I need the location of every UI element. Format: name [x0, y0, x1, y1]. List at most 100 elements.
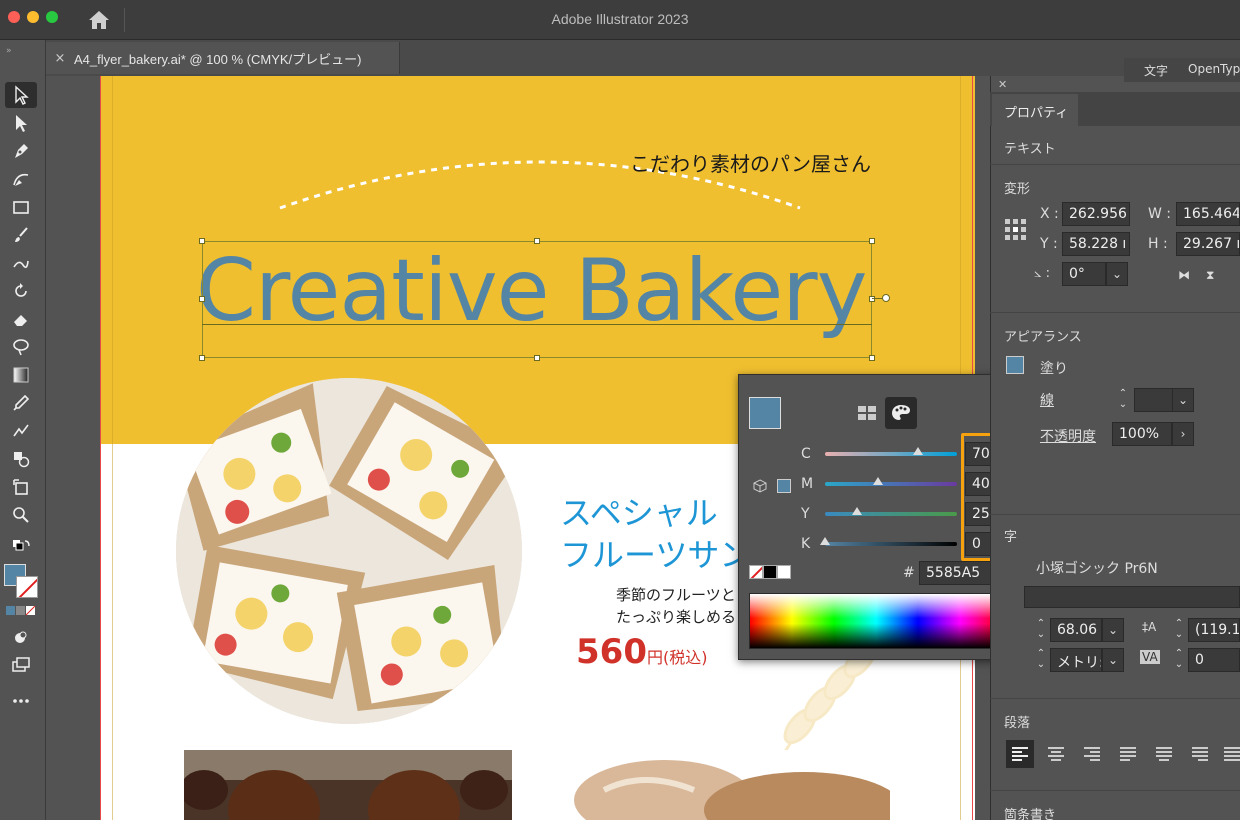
shape-builder-tool-icon[interactable]: [5, 446, 37, 472]
justify-left-icon[interactable]: [1114, 740, 1142, 768]
x-field[interactable]: 262.956: [1062, 202, 1130, 226]
rotate-tool-icon[interactable]: [5, 278, 37, 304]
stroke-stepper[interactable]: ⌃ ⌄: [1116, 388, 1130, 412]
angle-dropdown[interactable]: ⌄: [1106, 262, 1128, 286]
screen-mode-icon[interactable]: [5, 652, 37, 678]
price-text[interactable]: 560円(税込): [576, 632, 707, 672]
artboard-tool-icon[interactable]: [5, 474, 37, 500]
canele-photo[interactable]: [184, 750, 512, 820]
opacity-label[interactable]: 不透明度: [1040, 426, 1096, 446]
black-color-swatch[interactable]: [763, 565, 777, 579]
font-size-stepper[interactable]: ⌃ ⌄: [1034, 618, 1048, 642]
font-family-field[interactable]: 小塚ゴシック Pr6N: [1036, 558, 1158, 578]
justify-all-icon[interactable]: [1218, 740, 1240, 768]
toolbar-grip-icon[interactable]: »: [6, 46, 12, 56]
curvature-tool-icon[interactable]: [5, 166, 37, 192]
close-tab-icon[interactable]: ×: [46, 51, 74, 66]
paintbrush-tool-icon[interactable]: [5, 222, 37, 248]
selection-tool-icon[interactable]: [5, 82, 37, 108]
pen-tool-icon[interactable]: [5, 138, 37, 164]
current-color-swatch[interactable]: [749, 397, 781, 429]
flip-vertical-icon[interactable]: ⧗: [1206, 268, 1214, 283]
zoom-tool-icon[interactable]: [5, 502, 37, 528]
yellow-slider-knob[interactable]: [852, 507, 862, 515]
resize-handle-bc[interactable]: [534, 355, 540, 361]
tagline-text[interactable]: こだわり素材のパン屋さん: [630, 148, 871, 177]
stroke-none-swatch[interactable]: [16, 576, 38, 598]
kerning-dropdown[interactable]: ⌄: [1102, 648, 1124, 672]
stroke-weight-field[interactable]: [1134, 388, 1174, 412]
magenta-slider[interactable]: [825, 482, 957, 486]
leading-field[interactable]: (119.1: [1188, 618, 1240, 642]
swatches-mode-icon[interactable]: [851, 397, 883, 429]
white-color-swatch[interactable]: [777, 565, 791, 579]
justify-right-icon[interactable]: [1186, 740, 1214, 768]
leading-stepper[interactable]: ⌃ ⌄: [1172, 618, 1186, 642]
h-field[interactable]: 29.267 ı: [1176, 232, 1240, 256]
tab-properties[interactable]: プロパティ: [992, 94, 1078, 126]
w-field[interactable]: 165.464: [1176, 202, 1240, 226]
opacity-arrow[interactable]: ›: [1172, 422, 1194, 446]
kerning-stepper[interactable]: ⌃ ⌄: [1034, 648, 1048, 672]
eyedropper-tool-icon[interactable]: [5, 390, 37, 416]
cyan-slider-knob[interactable]: [913, 447, 923, 455]
justify-center-icon[interactable]: [1150, 740, 1178, 768]
gradient-tool-icon[interactable]: [5, 362, 37, 388]
angle-field[interactable]: 0°: [1062, 262, 1106, 286]
resize-handle-tl[interactable]: [199, 238, 205, 244]
kerning-field[interactable]: メトリ:: [1050, 648, 1102, 672]
swap-fill-stroke-icon[interactable]: [5, 536, 37, 556]
color-spectrum[interactable]: [749, 593, 1003, 649]
direct-selection-tool-icon[interactable]: [5, 110, 37, 136]
selection-bounding-box[interactable]: [202, 241, 872, 358]
text-out-port[interactable]: [882, 294, 890, 302]
lasso-tool-icon[interactable]: [5, 334, 37, 360]
bullets-title: 箇条書き: [1004, 808, 1057, 820]
black-slider-knob[interactable]: [820, 537, 830, 545]
resize-handle-ml[interactable]: [199, 296, 205, 302]
dock-close-icon[interactable]: ✕: [998, 78, 1007, 91]
stroke-label[interactable]: 線: [1040, 390, 1054, 410]
y-field[interactable]: 58.228 ı: [1062, 232, 1130, 256]
opacity-field[interactable]: 100%: [1112, 422, 1172, 446]
document-tab[interactable]: × A4_flyer_bakery.ai* @ 100 % (CMYK/プレビュ…: [46, 42, 400, 74]
product-title[interactable]: スペシャル フルーツサン: [560, 492, 751, 576]
product-description[interactable]: 季節のフルーツと たっぷり楽しめる: [616, 584, 736, 628]
fruit-sandwich-photo[interactable]: [176, 378, 522, 724]
color-mixer-mode-icon[interactable]: [885, 397, 917, 429]
draw-mode-icon[interactable]: [5, 624, 37, 650]
flip-horizontal-icon[interactable]: ⧓: [1178, 268, 1190, 282]
more-tools-icon[interactable]: [5, 688, 37, 714]
tab-character[interactable]: 文字: [1144, 62, 1168, 79]
yellow-slider[interactable]: [825, 512, 957, 516]
tracking-stepper[interactable]: ⌃ ⌄: [1172, 648, 1186, 672]
price-unit: 円(税込): [646, 648, 708, 667]
resize-handle-br[interactable]: [869, 355, 875, 361]
resize-handle-mr[interactable]: [869, 296, 875, 302]
rectangle-tool-icon[interactable]: [5, 194, 37, 220]
magenta-slider-knob[interactable]: [873, 477, 883, 485]
align-right-icon[interactable]: [1078, 740, 1106, 768]
black-slider[interactable]: [825, 542, 957, 546]
font-size-dropdown[interactable]: ⌄: [1102, 618, 1124, 642]
font-size-field[interactable]: 68.06: [1050, 618, 1102, 642]
stroke-dropdown[interactable]: ⌄: [1172, 388, 1194, 412]
tab-opentype[interactable]: OpenTyp: [1188, 62, 1240, 76]
eraser-tool-icon[interactable]: [5, 306, 37, 332]
resize-handle-bl[interactable]: [199, 355, 205, 361]
bread-photo[interactable]: [574, 750, 890, 820]
font-style-field[interactable]: [1024, 586, 1240, 608]
none-color-swatch[interactable]: [749, 565, 763, 579]
blend-tool-icon[interactable]: [5, 418, 37, 444]
shaper-tool-icon[interactable]: [5, 250, 37, 276]
align-left-icon[interactable]: [1006, 740, 1034, 768]
fill-swatch[interactable]: [1006, 356, 1024, 374]
color-mode-icons[interactable]: [5, 602, 37, 620]
align-center-icon[interactable]: [1042, 740, 1070, 768]
tracking-field[interactable]: 0: [1188, 648, 1240, 672]
resize-handle-tc[interactable]: [534, 238, 540, 244]
color-panel[interactable]: C 70 % M 40 % Y 25 % K 0 % # 5585A5: [738, 374, 1024, 660]
resize-handle-tr[interactable]: [869, 238, 875, 244]
cyan-slider[interactable]: [825, 452, 957, 456]
reference-point-icon[interactable]: [1004, 218, 1028, 242]
